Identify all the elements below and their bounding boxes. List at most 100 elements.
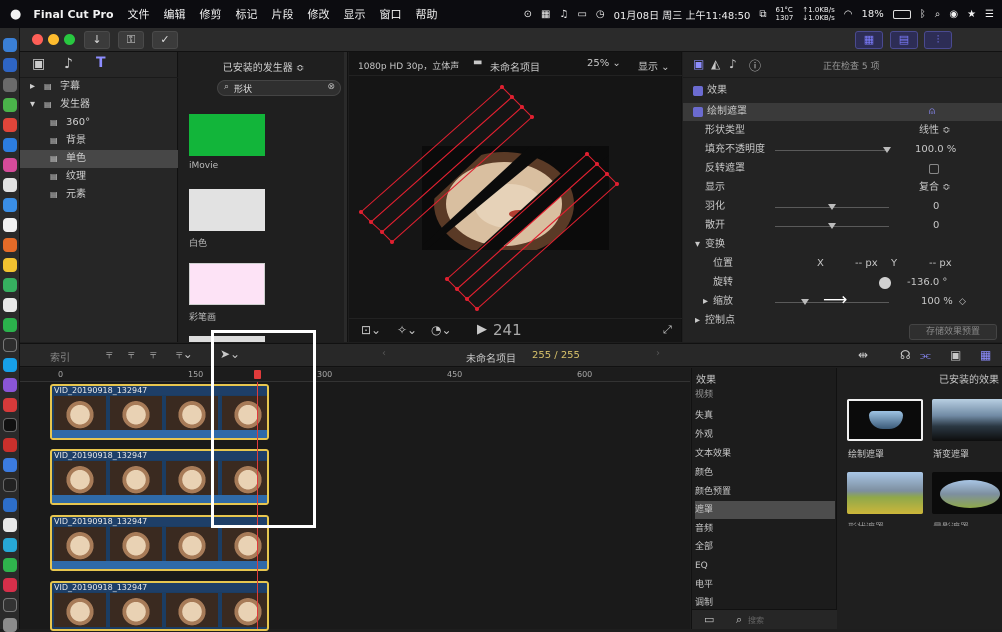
dock-app-icon[interactable]: [3, 98, 17, 112]
disclosure-down-icon[interactable]: ▾: [695, 236, 700, 254]
timecode-display[interactable]: 241: [493, 321, 522, 339]
clear-search-icon[interactable]: ⊗: [327, 82, 335, 92]
scale-slider-knob[interactable]: [801, 299, 809, 305]
background-tasks-button[interactable]: ✓: [152, 31, 178, 49]
dock-app-icon[interactable]: [3, 558, 17, 572]
retime-speed-button[interactable]: ◔⌄: [431, 323, 452, 337]
music-tab-icon[interactable]: ♪: [64, 56, 73, 72]
generator-thumbnail[interactable]: [189, 263, 265, 305]
dock-app-icon[interactable]: [3, 178, 17, 192]
dock-app-icon[interactable]: [3, 498, 17, 512]
menu-view[interactable]: 显示: [344, 6, 366, 22]
minimize-window-button[interactable]: [48, 34, 59, 45]
effects-checkbox[interactable]: [693, 86, 703, 96]
keywords-button[interactable]: ⚿: [118, 31, 144, 49]
disclosure-right-icon[interactable]: ▸: [703, 293, 708, 311]
dock-app-icon[interactable]: [3, 478, 17, 492]
installed-effects-header[interactable]: 已安装的效果: [939, 371, 999, 386]
sidebar-item-backgrounds[interactable]: ▤ 背景: [20, 132, 178, 150]
info-inspector-icon[interactable]: ⓘ: [749, 57, 761, 74]
zoom-window-button[interactable]: [64, 34, 75, 45]
timeline-clip[interactable]: VID_20190918_132947: [50, 581, 269, 631]
control-center-icon[interactable]: ☰: [985, 9, 994, 20]
menu-edit[interactable]: 编辑: [164, 6, 186, 22]
browser-toggle-button[interactable]: ▦: [855, 31, 883, 49]
color-inspector-icon[interactable]: ◭: [711, 57, 720, 71]
dock-app-icon[interactable]: [3, 398, 17, 412]
close-window-button[interactable]: [32, 34, 43, 45]
dock-app-icon[interactable]: [3, 418, 17, 432]
music-icon[interactable]: ♫: [560, 9, 569, 20]
append-clip-button[interactable]: ⫧: [150, 347, 157, 362]
datetime[interactable]: 01月08日 周三 上午11:48:50: [614, 7, 751, 22]
generator-thumbnail[interactable]: [189, 189, 265, 231]
battery-percent[interactable]: 18%: [861, 9, 883, 20]
sidebar-item-elements[interactable]: ▤ 元素: [20, 186, 178, 204]
dock-app-icon[interactable]: [3, 378, 17, 392]
dock-app-icon[interactable]: [3, 118, 17, 132]
cpu-stats[interactable]: 61°C 1307: [776, 6, 794, 22]
menu-window[interactable]: 窗口: [380, 6, 402, 22]
clip-appearance-icon[interactable]: ▣: [950, 348, 961, 362]
effect-checkbox[interactable]: [693, 107, 703, 117]
app-menu[interactable]: Final Cut Pro: [33, 8, 113, 21]
battery-icon[interactable]: [892, 9, 911, 19]
dock-app-icon[interactable]: [3, 158, 17, 172]
generators-scrollbar[interactable]: [344, 52, 347, 342]
timeline[interactable]: VID_20190918_132947 VID_20190918_132947 …: [20, 330, 690, 631]
feather-slider-knob[interactable]: [828, 204, 836, 210]
menu-trim[interactable]: 修剪: [200, 6, 222, 22]
clock-icon[interactable]: ◷: [596, 9, 605, 20]
dock-app-icon[interactable]: [3, 238, 17, 252]
keyframe-icon[interactable]: ◇: [959, 293, 966, 311]
sidebar-toggle-icon[interactable]: ▭: [704, 613, 714, 626]
generators-header[interactable]: 已安装的发生器 ≎: [179, 59, 348, 74]
effects-category-item[interactable]: 视频: [695, 386, 835, 404]
display-menu[interactable]: 显示 ⌄: [638, 58, 670, 73]
display-icon[interactable]: ▭: [577, 9, 586, 20]
scale-value[interactable]: 100 %: [921, 293, 953, 311]
index-button[interactable]: 索引: [50, 349, 70, 364]
dock-app-icon[interactable]: [3, 538, 17, 552]
grid-icon[interactable]: ▦: [541, 9, 550, 20]
sidebar-item-generators[interactable]: ▾ ▤ 发生器: [20, 96, 178, 114]
play-button[interactable]: ▶: [477, 322, 487, 337]
search-field[interactable]: ⌕ 形状 ⊗: [217, 80, 341, 96]
effects-category-item[interactable]: EQ: [695, 557, 835, 575]
rotation-dial[interactable]: [879, 277, 891, 289]
menu-modify[interactable]: 修改: [308, 6, 330, 22]
effect-header[interactable]: 绘制遮罩 ⍝: [683, 103, 1002, 121]
sidebar-item-solids[interactable]: ▤ 单色: [20, 150, 178, 168]
effects-category-item[interactable]: 文本效果: [695, 445, 835, 463]
dock-app-icon[interactable]: [3, 298, 17, 312]
effects-category-item[interactable]: 颜色: [695, 464, 835, 482]
dock-app-icon[interactable]: [3, 38, 17, 52]
headphones-icon[interactable]: ☊: [900, 348, 911, 362]
dock-app-icon[interactable]: [3, 458, 17, 472]
menu-clip[interactable]: 片段: [272, 6, 294, 22]
dock-app-icon[interactable]: [3, 138, 17, 152]
forward-arrow-icon[interactable]: ›: [656, 348, 660, 359]
effect-thumbnail[interactable]: [932, 399, 1002, 441]
trash-icon[interactable]: [3, 618, 17, 632]
dock-app-icon[interactable]: [3, 338, 17, 352]
control-points-row[interactable]: ▸ 控制点: [683, 312, 1002, 324]
fullscreen-button[interactable]: ⤢: [663, 323, 672, 337]
effects-search-input[interactable]: 搜索: [748, 615, 764, 626]
dock-app-icon[interactable]: [3, 218, 17, 232]
shape-type-popup[interactable]: 线性 ≎: [919, 122, 951, 140]
cast-icon[interactable]: ⧉: [759, 9, 766, 20]
inspector-toggle-button[interactable]: ⫶: [924, 31, 952, 49]
net-stats[interactable]: ↑1.0KB/s ↓1.0KB/s: [802, 6, 834, 22]
invert-checkbox[interactable]: [929, 164, 939, 174]
effects-category-item[interactable]: 音频: [695, 520, 835, 538]
audio-inspector-icon[interactable]: ♪: [729, 57, 737, 71]
dock-app-icon[interactable]: [3, 198, 17, 212]
viewer-canvas[interactable]: [349, 76, 682, 316]
sidebar-item-textures[interactable]: ▤ 纹理: [20, 168, 178, 186]
search-icon[interactable]: ⌕: [935, 9, 941, 20]
menu-file[interactable]: 文件: [128, 6, 150, 22]
titles-tab-icon[interactable]: T: [96, 55, 106, 71]
siri-icon[interactable]: ◉: [949, 9, 958, 20]
favorites-icon[interactable]: ★: [967, 9, 976, 20]
